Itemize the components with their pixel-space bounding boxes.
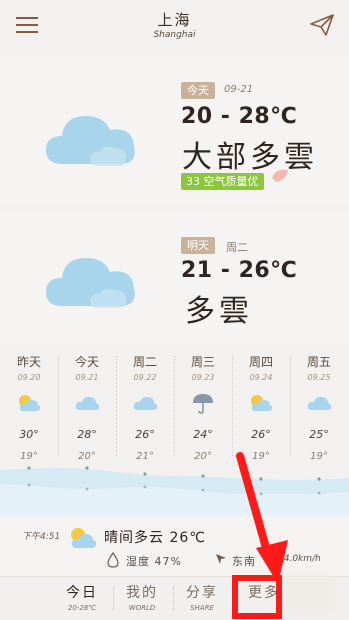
humidity: 湿度 47%	[126, 555, 182, 568]
day-name: 周四	[248, 355, 273, 369]
day-name: 周三	[190, 355, 215, 369]
wind-direction: 东南	[232, 555, 256, 568]
umbrella-icon	[174, 390, 232, 416]
droplet-icon	[107, 552, 119, 568]
nav-share[interactable]: 分享 SHARE	[172, 577, 232, 620]
today-temp: 20 - 28℃	[181, 104, 298, 129]
day-date: 09.25	[307, 373, 331, 382]
day-column[interactable]: 今天 09.21 28° 20°	[58, 346, 116, 462]
today-condition: 大部多雲	[182, 140, 318, 175]
day-date: 09.20	[17, 373, 41, 382]
day-column[interactable]: 周五 09.25 25° 19°	[290, 346, 348, 462]
send-icon[interactable]	[309, 12, 335, 38]
day-high: 24°	[193, 428, 213, 441]
day-name: 周二	[132, 355, 157, 369]
cloud-icon	[290, 390, 348, 416]
tomorrow-condition: 多雲	[185, 294, 253, 329]
city-name-en: Shanghai	[153, 30, 196, 40]
day-name: 周五	[306, 355, 331, 369]
day-high: 28°	[77, 428, 97, 441]
partly-cloudy-icon	[71, 528, 97, 548]
today-badge: 今天	[181, 82, 215, 99]
city-name: 上海	[157, 11, 192, 29]
tomorrow-badge: 明天	[181, 237, 215, 254]
partly-cloudy-icon	[232, 390, 290, 416]
day-column[interactable]: 周二 09.22 26° 21°	[116, 346, 174, 462]
nav-label: 分享	[186, 585, 218, 601]
day-date: 09.22	[133, 373, 157, 382]
nav-sub: WORLD	[128, 604, 156, 612]
tomorrow-temp: 21 - 26℃	[181, 258, 298, 283]
wind-speed: 14.0km/h	[278, 554, 321, 564]
cloud-icon	[58, 390, 116, 416]
nav-sub: SHARE	[190, 604, 214, 612]
nav-sub: 20-28℃	[67, 604, 97, 612]
day-column[interactable]: 周三 09.23 24° 20°	[174, 346, 232, 462]
day-high: 26°	[251, 428, 271, 441]
day-date: 09.24	[249, 373, 273, 382]
temperature-wave	[0, 466, 349, 516]
day-high: 26°	[135, 428, 155, 441]
cloud-icon	[46, 258, 135, 308]
day-date: 09.23	[191, 373, 215, 382]
nav-today[interactable]: 今日 20-28℃	[52, 577, 112, 620]
nav-label: 我的	[126, 585, 158, 601]
wind-direction-icon	[216, 554, 226, 564]
current-weather: 晴间多云 26℃	[104, 530, 206, 546]
day-date: 09.21	[75, 373, 99, 382]
day-name: 今天	[74, 355, 99, 369]
tomorrow-weekday: 周二	[226, 241, 248, 254]
tomorrow-card[interactable]: 明天 周二 21 - 26℃ 多雲	[0, 210, 349, 344]
day-high: 25°	[309, 428, 329, 441]
day-column[interactable]: 昨天 09.20 30° 19°	[0, 346, 58, 462]
blurred-area	[280, 576, 335, 612]
day-high: 30°	[19, 428, 39, 441]
aqi-badge[interactable]: 33 空气质量优	[181, 173, 264, 190]
current-conditions: 下午4:51 晴间多云 26℃ 湿度 47% 东南 14.0km/h	[0, 516, 349, 576]
today-card[interactable]: 今天 09-21 20 - 28℃ 大部多雲 33 空气质量优	[0, 56, 349, 206]
day-name: 昨天	[16, 355, 41, 369]
day-column[interactable]: 周四 09.24 26° 19°	[232, 346, 290, 462]
petal-icon	[272, 169, 288, 182]
partly-cloudy-icon	[0, 390, 58, 416]
nav-label: 今日	[66, 585, 98, 601]
today-date: 09-21	[224, 84, 254, 95]
app-header: 上海 Shanghai	[0, 0, 349, 54]
nav-mine[interactable]: 我的 WORLD	[112, 577, 172, 620]
cloud-icon	[46, 116, 135, 166]
update-time: 下午4:51	[22, 532, 61, 542]
week-forecast: 昨天 09.20 30° 19° 今天 09.21 28° 20° 周二 09.…	[0, 346, 349, 516]
cloud-icon	[116, 390, 174, 416]
